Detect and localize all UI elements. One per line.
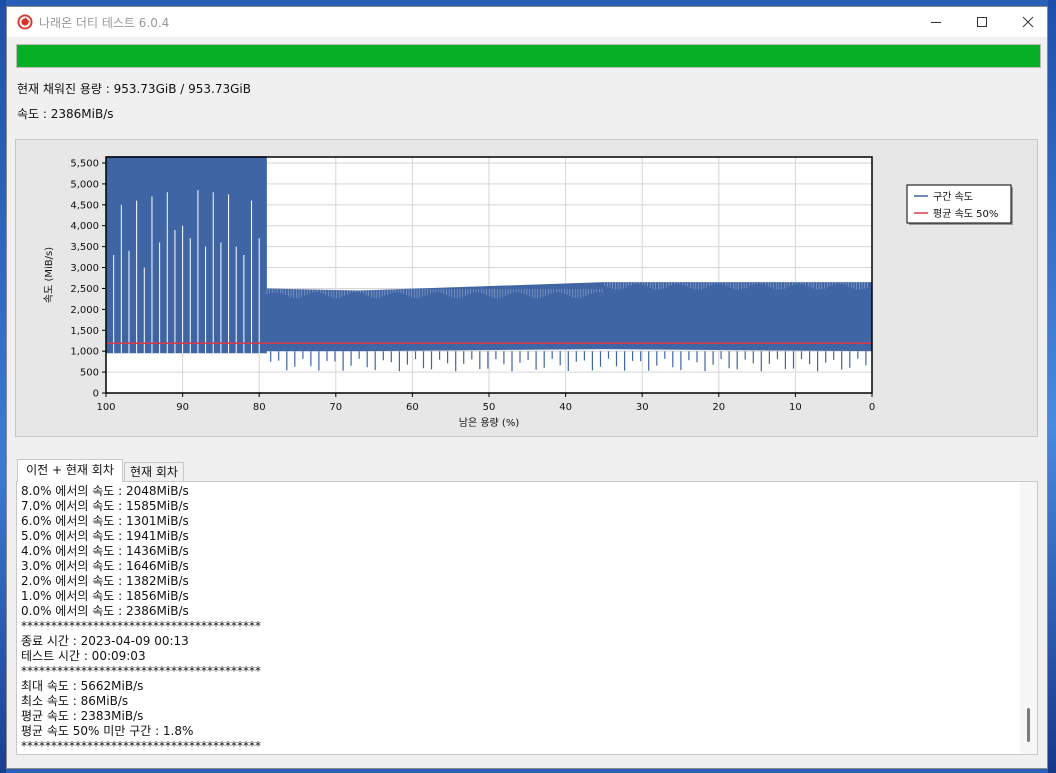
x-tick-label: 80 — [253, 402, 266, 413]
filled-capacity-label: 현재 채워진 용량 : 953.73GiB / 953.73GiB — [17, 82, 251, 96]
y-tick-label: 0 — [93, 389, 99, 400]
y-tick-label: 2,000 — [70, 305, 99, 316]
log-line: 1.0% 에서의 속도 : 1856MiB/s — [21, 589, 189, 603]
log-scroll-thumb[interactable] — [1027, 708, 1030, 742]
log-line: 최소 속도 : 86MiB/s — [21, 694, 129, 708]
app-window: 나래온 더티 테스트 6.0.4 현재 채워진 용량 : 953.73GiB /… — [6, 6, 1048, 769]
x-tick-label: 40 — [559, 402, 572, 413]
y-tick-label: 3,500 — [70, 242, 99, 253]
log-line: 6.0% 에서의 속도 : 1301MiB/s — [21, 514, 189, 528]
y-tick-label: 4,500 — [70, 200, 99, 211]
minimize-icon — [931, 22, 941, 23]
progress-fill — [17, 45, 1040, 67]
x-tick-label: 60 — [406, 402, 419, 413]
window-title: 나래온 더티 테스트 6.0.4 — [39, 16, 170, 30]
y-axis-label: 속도 (MiB/s) — [43, 247, 55, 303]
legend-label: 평균 속도 50% — [933, 208, 998, 220]
speed-chart-panel: 100 90 80 70 60 50 40 30 20 10 0 0 500 1,000 1,500 2,00… — [15, 139, 1038, 437]
y-tick-label: 4,000 — [70, 221, 99, 232]
y-tick-label: 3,000 — [70, 263, 99, 274]
x-axis-label: 남은 용량 (%) — [459, 417, 520, 429]
title-bar[interactable]: 나래온 더티 테스트 6.0.4 — [7, 7, 1047, 37]
y-tick-label: 5,000 — [70, 179, 99, 190]
tab-previous-and-current[interactable]: 이전 + 현재 회차 — [17, 459, 123, 482]
y-tick-label: 1,000 — [70, 347, 99, 358]
test-progress-bar — [16, 44, 1041, 68]
log-line: **************************************** — [21, 619, 261, 633]
log-line: 3.0% 에서의 속도 : 1646MiB/s — [21, 559, 189, 573]
log-line: 0.0% 에서의 속도 : 2386MiB/s — [21, 604, 189, 618]
legend-label: 구간 속도 — [933, 191, 973, 203]
close-button[interactable] — [1005, 7, 1051, 37]
x-tick-label: 20 — [712, 402, 725, 413]
current-speed-label: 속도 : 2386MiB/s — [17, 107, 114, 121]
tab-current-round[interactable]: 현재 회차 — [124, 462, 184, 482]
x-tick-label: 50 — [483, 402, 496, 413]
log-line: 7.0% 에서의 속도 : 1585MiB/s — [21, 499, 189, 513]
maximize-button[interactable] — [959, 7, 1005, 37]
x-tick-label: 30 — [636, 402, 649, 413]
log-scrollbar[interactable] — [1020, 482, 1037, 754]
log-line: 평균 속도 50% 미만 구간 : 1.8% — [21, 724, 194, 738]
maximize-icon — [977, 17, 987, 27]
close-icon — [1022, 16, 1034, 28]
log-line: 최대 속도 : 5662MiB/s — [21, 679, 144, 693]
x-tick-label: 90 — [176, 402, 189, 413]
x-tick-label: 10 — [789, 402, 802, 413]
speed-chart: 100 90 80 70 60 50 40 30 20 10 005001,0001,5002,00… — [43, 156, 1013, 429]
log-line: 2.0% 에서의 속도 : 1382MiB/s — [21, 574, 189, 588]
log-line: 평균 속도 : 2383MiB/s — [21, 709, 144, 723]
y-tick-label: 500 — [80, 368, 99, 379]
desktop-wallpaper-right — [1048, 0, 1056, 773]
log-line: **************************************** — [21, 664, 261, 678]
log-line: 8.0% 에서의 속도 : 2048MiB/s — [21, 484, 189, 498]
log-lines: 8.0% 에서의 속도 : 2048MiB/s 7.0% 에서의 속도 : 158… — [21, 484, 1011, 754]
y-tick-label: 2,500 — [70, 284, 99, 295]
x-tick-label: 100 — [96, 402, 115, 413]
y-tick-label: 1,500 — [70, 326, 99, 337]
y-tick-label: 5,500 — [70, 159, 99, 170]
x-tick-label: 0 — [869, 402, 875, 413]
log-line: 5.0% 에서의 속도 : 1941MiB/s — [21, 529, 189, 543]
x-tick-label: 70 — [329, 402, 342, 413]
log-line: 테스트 시간 : 00:09:03 — [21, 649, 146, 663]
app-logo-icon — [17, 14, 33, 30]
result-log-panel[interactable]: 8.0% 에서의 속도 : 2048MiB/s 7.0% 에서의 속도 : 158… — [16, 481, 1038, 755]
log-line: **************************************** — [21, 739, 261, 753]
log-line: 4.0% 에서의 속도 : 1436MiB/s — [21, 544, 189, 558]
log-line: 종료 시간 : 2023-04-09 00:13 — [21, 634, 189, 648]
minimize-button[interactable] — [913, 7, 959, 37]
